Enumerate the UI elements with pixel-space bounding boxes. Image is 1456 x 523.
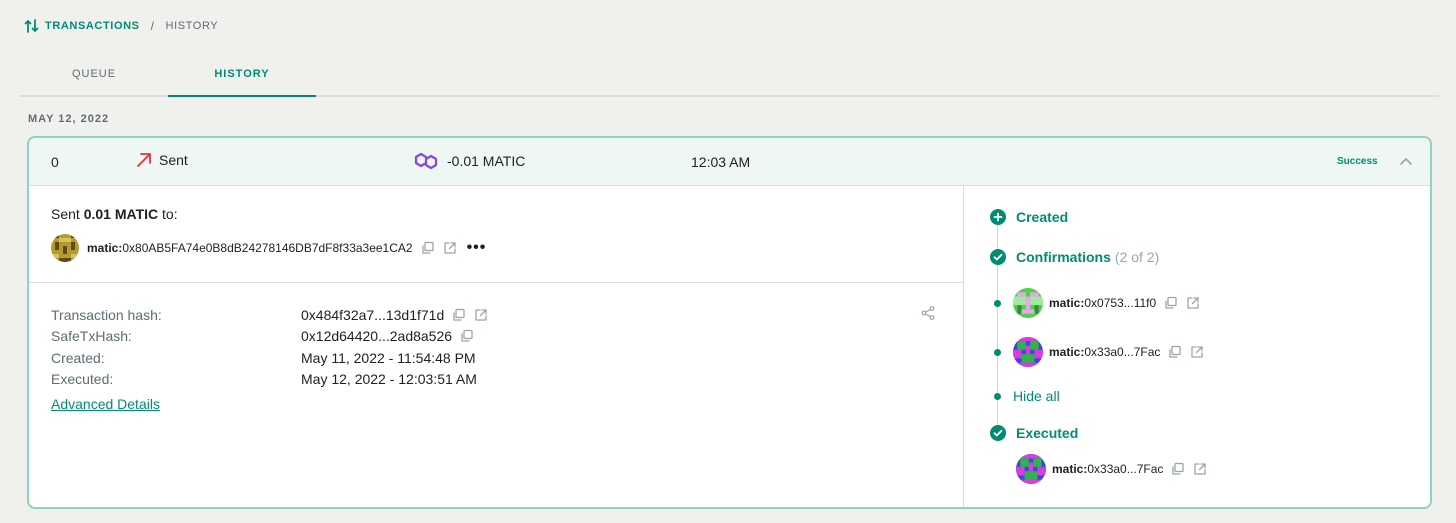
breadcrumb: TRANSACTIONS / HISTORY [24, 18, 218, 34]
recipient-address: 0x80AB5FA74e0B8dB24278146DB7dF8f33a3ee1C… [122, 241, 413, 255]
copy-icon[interactable] [452, 308, 466, 322]
breadcrumb-transactions[interactable]: TRANSACTIONS [45, 20, 140, 32]
executor-owner: matic: 0x33a0...7Fac [1016, 454, 1207, 484]
avatar [51, 234, 79, 262]
transaction-time: 12:03 AM [691, 154, 751, 170]
transaction-type: Sent [135, 151, 188, 169]
transaction-details-pane: Sent 0.01 MATIC to: matic: 0x80AB5FA74e0… [29, 186, 963, 507]
owner-address: 0x33a0...7Fac [1084, 345, 1161, 359]
transaction-card: 0 Sent -0.01 MATIC 12:03 AM Success Sent… [27, 136, 1432, 509]
check-circle-icon [990, 249, 1006, 265]
external-link-icon[interactable] [1193, 462, 1207, 476]
timeline-executed-label: Executed [1016, 425, 1079, 441]
owner-prefix: matic: [1049, 345, 1085, 359]
sent-prefix: Sent [51, 206, 80, 222]
sent-amount: 0.01 MATIC [83, 206, 159, 222]
external-link-icon[interactable] [1190, 345, 1204, 359]
confirmation-owner: matic: 0x33a0...7Fac [994, 337, 1204, 367]
sent-suffix: to: [162, 206, 178, 222]
divider [29, 282, 963, 283]
avatar [1013, 337, 1043, 367]
detail-value: May 11, 2022 - 11:54:48 PM [301, 349, 476, 366]
timeline-created: Created [990, 209, 1068, 225]
external-link-icon[interactable] [474, 308, 488, 322]
transaction-amount-value: -0.01 MATIC [447, 153, 526, 169]
copy-icon[interactable] [460, 329, 474, 343]
detail-label: Transaction hash: [51, 306, 162, 323]
detail-row-safe-tx-hash: SafeTxHash: 0x12d64420...2ad8a526 [51, 326, 488, 348]
external-link-icon[interactable] [443, 241, 457, 255]
copy-icon[interactable] [1164, 296, 1178, 310]
detail-row-tx-hash: Transaction hash: 0x484f32a7...13d1f71d [51, 304, 488, 326]
detail-value: 0x484f32a7...13d1f71d [301, 307, 488, 323]
tab-queue[interactable]: QUEUE [20, 55, 168, 97]
external-link-icon[interactable] [1186, 296, 1200, 310]
hide-all-row: Hide all [994, 388, 1060, 404]
detail-label: SafeTxHash: [51, 328, 132, 345]
status-badge: Success [1337, 156, 1378, 167]
share-icon[interactable] [921, 306, 935, 325]
detail-value: 0x12d64420...2ad8a526 [301, 328, 474, 344]
polygon-matic-icon [413, 149, 447, 173]
advanced-details-link[interactable]: Advanced Details [51, 396, 160, 412]
date-group-label: MAY 12, 2022 [28, 113, 110, 125]
confirmation-owner: matic: 0x0753...11f0 [994, 288, 1200, 318]
transaction-amount: -0.01 MATIC [413, 149, 525, 173]
chevron-up-icon[interactable] [1399, 154, 1413, 171]
timeline-confirmations: Confirmations (2 of 2) [990, 249, 1159, 265]
sent-arrow-icon [135, 151, 159, 169]
transaction-nonce: 0 [51, 154, 59, 170]
owner-prefix: matic: [1049, 296, 1085, 310]
avatar [1016, 454, 1046, 484]
detail-row-executed: Executed: May 12, 2022 - 12:03:51 AM [51, 369, 488, 391]
copy-icon[interactable] [421, 241, 435, 255]
timeline-created-label: Created [1016, 209, 1069, 225]
timeline-dot [994, 299, 1001, 307]
safe-tx-hash-value: 0x12d64420...2ad8a526 [301, 328, 453, 345]
copy-icon[interactable] [1171, 462, 1185, 476]
timeline-dot [994, 348, 1001, 356]
tab-bar: QUEUE HISTORY [20, 55, 1439, 97]
timeline-executed: Executed [990, 425, 1078, 441]
detail-label: Executed: [51, 371, 114, 388]
breadcrumb-history: HISTORY [165, 20, 219, 32]
executor-prefix: matic: [1052, 462, 1088, 476]
plus-circle-icon [990, 209, 1006, 225]
tab-history[interactable]: HISTORY [168, 55, 316, 97]
check-circle-icon [990, 425, 1006, 441]
breadcrumb-separator: / [150, 19, 155, 33]
timeline-confirmations-label: Confirmations [1016, 249, 1111, 265]
confirmations-count: (2 of 2) [1114, 249, 1160, 265]
detail-label: Created: [51, 349, 105, 366]
tx-hash-value: 0x484f32a7...13d1f71d [301, 306, 445, 323]
sent-summary: Sent 0.01 MATIC to: [51, 206, 178, 222]
hide-all-link[interactable]: Hide all [1013, 388, 1060, 404]
transaction-summary-row[interactable]: 0 Sent -0.01 MATIC 12:03 AM Success [29, 138, 1430, 186]
detail-row-created: Created: May 11, 2022 - 11:54:48 PM [51, 347, 488, 369]
detail-value: May 12, 2022 - 12:03:51 AM [301, 371, 477, 388]
confirmations-timeline: Created Confirmations (2 of 2) matic: 0x… [963, 186, 1430, 507]
recipient-address-row: matic: 0x80AB5FA74e0B8dB24278146DB7dF8f3… [51, 234, 486, 262]
owner-address: 0x0753...11f0 [1084, 296, 1157, 310]
executor-address: 0x33a0...7Fac [1087, 462, 1164, 476]
avatar [1013, 288, 1043, 318]
copy-icon[interactable] [1168, 345, 1182, 359]
timeline-dot [994, 392, 1001, 400]
transactions-arrows-icon [24, 18, 40, 34]
transaction-info-list: Transaction hash: 0x484f32a7...13d1f71d … [51, 304, 488, 390]
more-options-icon[interactable]: ••• [467, 240, 487, 256]
recipient-prefix: matic: [87, 241, 123, 255]
transaction-type-label: Sent [159, 152, 188, 168]
